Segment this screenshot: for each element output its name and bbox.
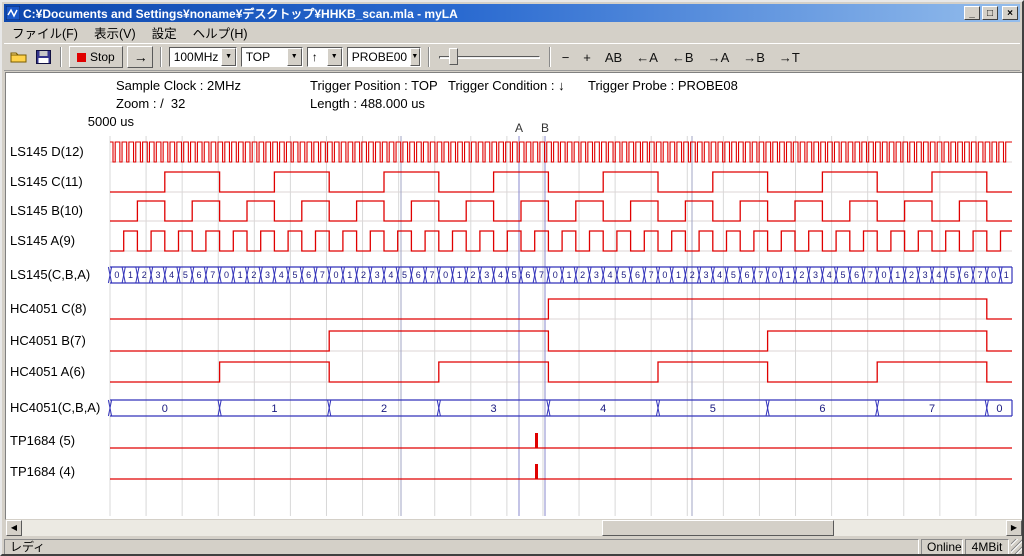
- minimize-button[interactable]: _: [964, 6, 980, 20]
- menubar: ファイル(F)表示(V)設定ヘルプ(H): [4, 23, 1020, 42]
- channel-label[interactable]: TP1684 (4): [10, 464, 75, 479]
- channel-label[interactable]: LS145(C,B,A): [10, 267, 90, 282]
- chevron-down-icon[interactable]: ▼: [410, 48, 420, 66]
- chevron-down-icon[interactable]: ▼: [287, 48, 302, 66]
- stop-icon: [77, 53, 86, 62]
- status-online: Online: [921, 539, 963, 556]
- waveform-client-area: [5, 72, 1023, 520]
- app-window: C:¥Documents and Settings¥noname¥デスクトップ¥…: [0, 0, 1024, 556]
- statusbar: レディ Online 4MBit: [4, 539, 1024, 556]
- trigger-edge-select[interactable]: ↑ ▼: [307, 47, 343, 67]
- channel-label[interactable]: HC4051 C(8): [10, 301, 87, 316]
- scrollbar-thumb[interactable]: [602, 520, 834, 536]
- chevron-down-icon[interactable]: ▼: [221, 48, 235, 66]
- toolbar-separator: [60, 47, 62, 67]
- status-ready: レディ: [4, 539, 919, 556]
- app-icon: [6, 6, 20, 20]
- timebase-label: 5000 us: [42, 114, 134, 129]
- window-title: C:¥Documents and Settings¥noname¥デスクトップ¥…: [20, 5, 962, 22]
- slider-handle[interactable]: [449, 48, 458, 65]
- channel-label[interactable]: HC4051 B(7): [10, 333, 86, 348]
- close-button[interactable]: ×: [1002, 6, 1018, 20]
- resize-grip[interactable]: [1011, 539, 1024, 556]
- menu-item-3[interactable]: ヘルプ(H): [185, 21, 256, 44]
- trigger-position-info: Trigger Position : TOP: [310, 78, 438, 93]
- toolbar-separator: [428, 47, 430, 67]
- zoom-in-button[interactable]: +: [579, 48, 595, 67]
- channel-label[interactable]: LS145 B(10): [10, 203, 83, 218]
- trigger-position-select[interactable]: TOP ▼: [241, 47, 303, 67]
- jump-left-b-button[interactable]: ←B: [668, 48, 698, 67]
- scroll-left-icon[interactable]: ◀: [6, 520, 22, 536]
- run-button[interactable]: →: [127, 46, 153, 68]
- channel-label[interactable]: LS145 C(11): [10, 174, 83, 189]
- trigger-probe-select[interactable]: PROBE00 ▼: [347, 47, 421, 67]
- toolbar: Stop → 100MHz ▼ TOP ▼ ↑ ▼ PROBE00 ▼ −+ AB…: [4, 43, 1020, 71]
- channel-label[interactable]: LS145 A(9): [10, 233, 75, 248]
- open-file-icon[interactable]: [9, 48, 29, 66]
- trigger-probe-value: PROBE00: [348, 48, 410, 66]
- status-memory: 4MBit: [965, 539, 1009, 556]
- trigger-edge-value: ↑: [308, 48, 327, 66]
- sample-clock-value: 100MHz: [170, 48, 222, 66]
- menu-item-2[interactable]: 設定: [144, 21, 185, 44]
- trigger-condition-info: Trigger Condition : ↓: [448, 78, 565, 93]
- save-icon[interactable]: [33, 48, 53, 66]
- trigger-position-value: TOP: [242, 48, 287, 66]
- length-info: Length : 488.000 us: [310, 96, 425, 111]
- ab-button[interactable]: AB: [601, 48, 626, 67]
- stop-label: Stop: [90, 50, 115, 64]
- menu-item-0[interactable]: ファイル(F): [4, 21, 86, 44]
- channel-label[interactable]: HC4051(C,B,A): [10, 400, 100, 415]
- menu-item-1[interactable]: 表示(V): [86, 21, 144, 44]
- zoom-slider[interactable]: [437, 46, 542, 68]
- titlebar[interactable]: C:¥Documents and Settings¥noname¥デスクトップ¥…: [4, 4, 1020, 22]
- zoom-out-button[interactable]: −: [558, 48, 574, 67]
- zoom-info: Zoom : / 32: [116, 96, 185, 111]
- stop-button[interactable]: Stop: [69, 46, 123, 68]
- scroll-right-icon[interactable]: ▶: [1006, 520, 1022, 536]
- jump-left-a-button[interactable]: ←A: [632, 48, 662, 67]
- channel-label[interactable]: TP1684 (5): [10, 433, 75, 448]
- jump-right-a-button[interactable]: →A: [704, 48, 734, 67]
- nav-button-group: −+ AB ←A ←B →A →B →T: [558, 48, 804, 67]
- horizontal-scrollbar[interactable]: ◀ ▶: [6, 520, 1022, 536]
- channel-label[interactable]: LS145 D(12): [10, 144, 84, 159]
- chevron-down-icon[interactable]: ▼: [327, 48, 342, 66]
- sample-clock-select[interactable]: 100MHz ▼: [169, 47, 237, 67]
- maximize-button[interactable]: □: [982, 6, 998, 20]
- jump-right-b-button[interactable]: →B: [739, 48, 769, 67]
- sample-clock-info: Sample Clock : 2MHz: [116, 78, 241, 93]
- jump-trigger-button[interactable]: →T: [775, 48, 804, 67]
- channel-label[interactable]: HC4051 A(6): [10, 364, 85, 379]
- toolbar-separator: [549, 47, 551, 67]
- toolbar-separator: [160, 47, 162, 67]
- trigger-probe-info: Trigger Probe : PROBE08: [588, 78, 738, 93]
